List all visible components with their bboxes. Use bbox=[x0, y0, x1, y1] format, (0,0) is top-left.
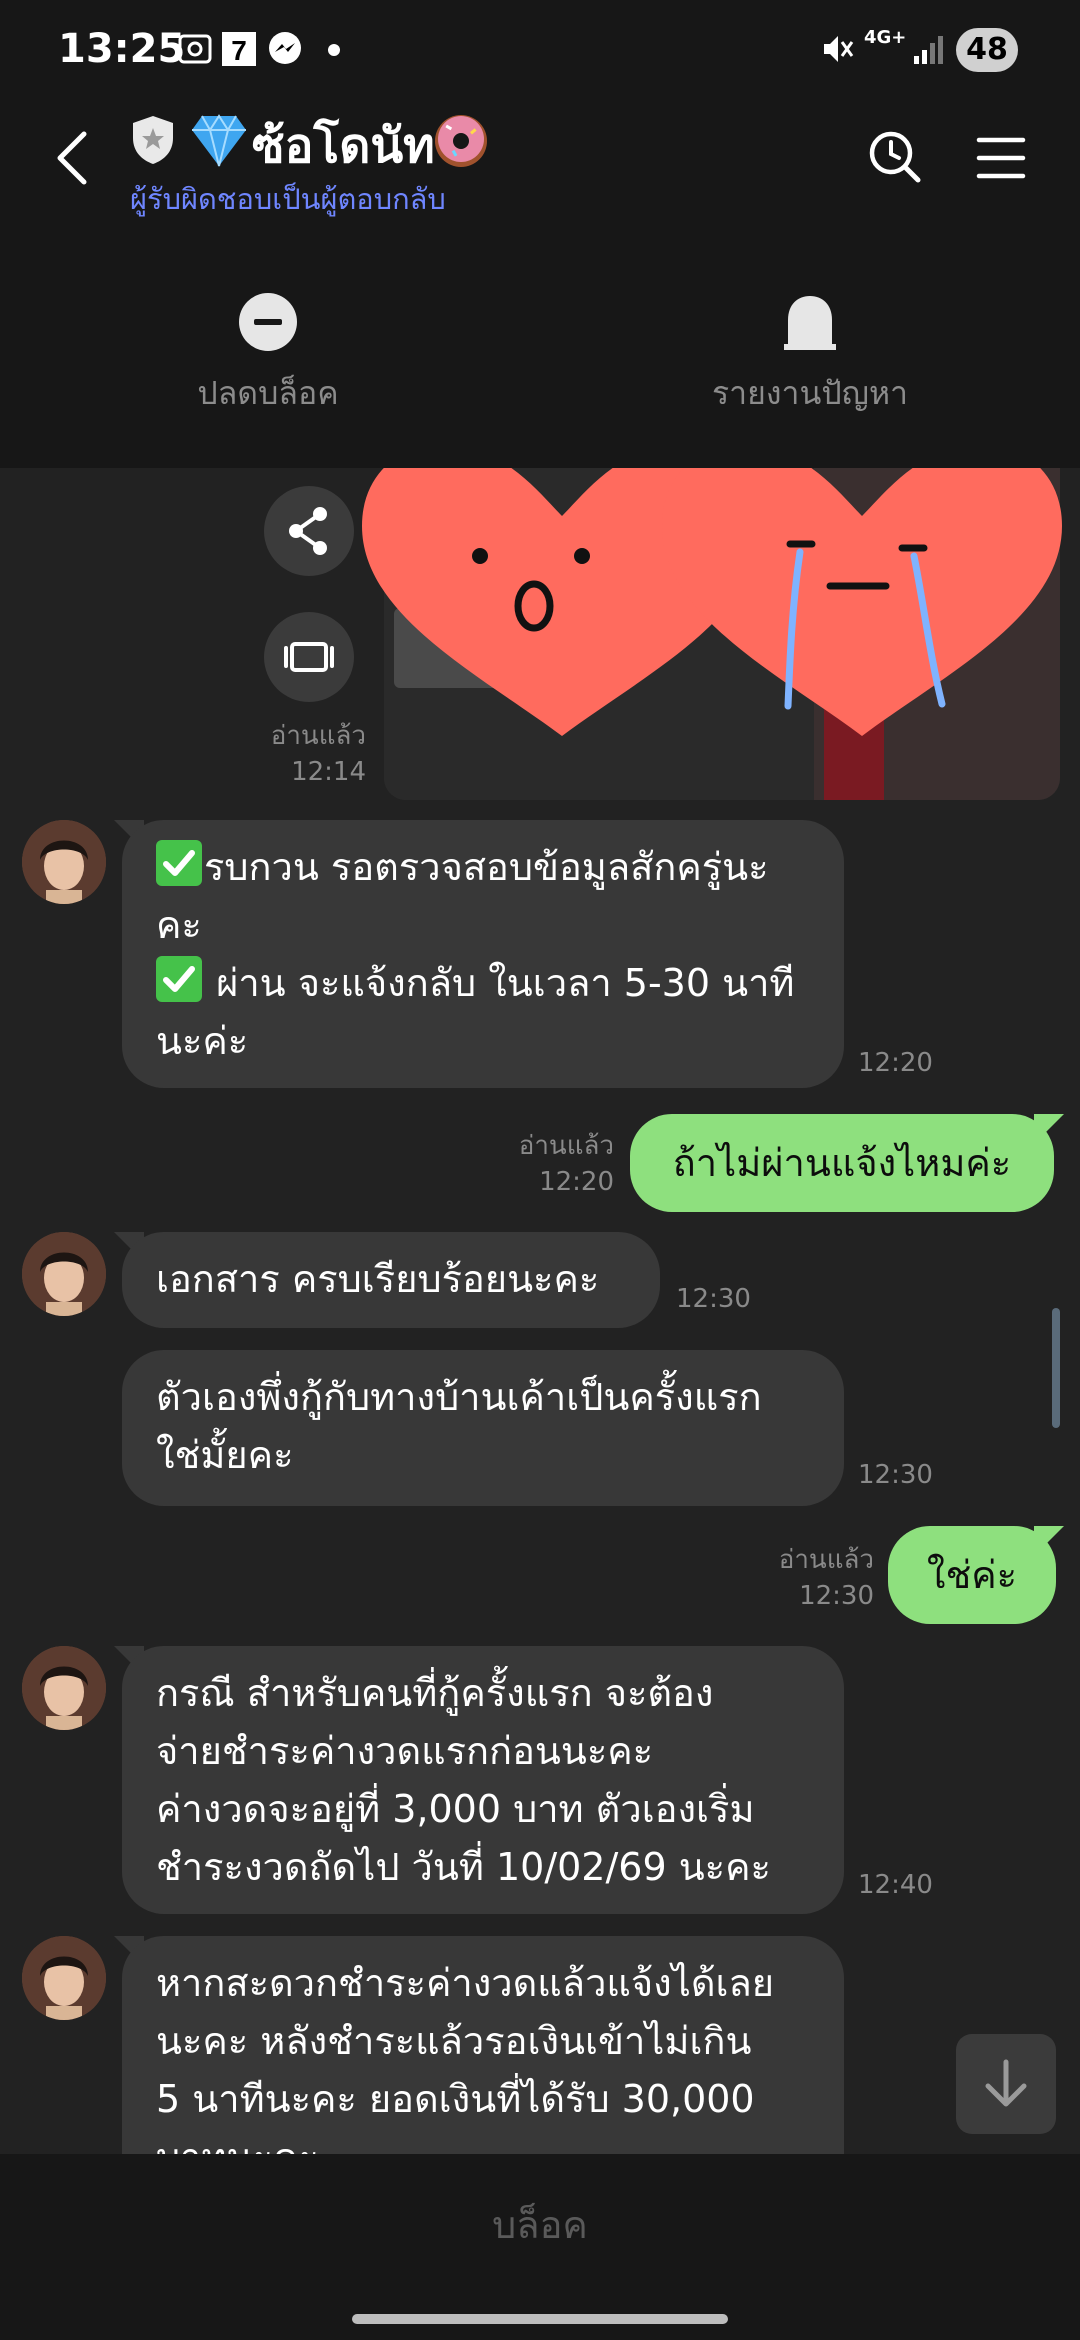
action-bar: ปลดบล็อค รายงานปัญหา bbox=[0, 220, 1080, 468]
message-time: 12:30 bbox=[799, 1581, 874, 1611]
message-line: กรณี สำหรับคนที่กู้ครั้งแรก จะต้อง bbox=[156, 1671, 714, 1715]
donut-icon bbox=[435, 115, 487, 167]
message-line: นะคะ หลังชำระแล้วรอเงินเข้าไม่เกิน bbox=[156, 2019, 752, 2063]
mute-icon bbox=[824, 36, 854, 62]
report-icon bbox=[784, 296, 836, 350]
chat-header: ซ้อโดนัท ผู้รับผิดชอบเป็นผู้ตอบกลับ bbox=[0, 100, 1080, 220]
back-icon[interactable] bbox=[52, 128, 92, 188]
message-time: 12:40 bbox=[858, 1870, 933, 1900]
unblock-button[interactable]: ปลดบล็อค bbox=[128, 290, 408, 419]
message-line: นะค่ะ bbox=[156, 1019, 249, 1063]
message-time: 12:14 bbox=[291, 757, 366, 787]
message-bubble[interactable]: เอกสาร ครบเรียบร้อยนะคะ bbox=[122, 1232, 660, 1328]
unblock-icon bbox=[239, 293, 297, 351]
message-bubble[interactable]: กรณี สำหรับคนที่กู้ครั้งแรก จะต้อง จ่ายช… bbox=[122, 1646, 844, 1914]
avatar-image bbox=[22, 1936, 106, 2020]
avatar-image bbox=[22, 1232, 106, 1316]
message-bubble[interactable]: ถ้าไม่ผ่านแจ้งไหมค่ะ bbox=[630, 1114, 1054, 1212]
read-status: อ่านแล้ว bbox=[518, 1131, 614, 1161]
battery-level: 48 bbox=[956, 28, 1018, 72]
avatar-image bbox=[22, 1646, 106, 1730]
message-line: ใช่มั้ยคะ bbox=[156, 1433, 294, 1477]
message-meta: อ่านแล้ว 12:30 bbox=[736, 1542, 874, 1614]
message-bubble[interactable]: รบกวน รอตรวจสอบข้อมูลสักครู่นะ คะ ผ่าน จ… bbox=[122, 820, 844, 1088]
avatar[interactable] bbox=[22, 820, 106, 904]
notification-dot bbox=[328, 44, 340, 56]
message-time: 12:30 bbox=[858, 1460, 933, 1490]
avatar[interactable] bbox=[22, 1232, 106, 1316]
message-bubble[interactable]: ตัวเองพึ่งกู้กับทางบ้านเค้าเป็นครั้งแรก … bbox=[122, 1350, 844, 1506]
menu-icon[interactable] bbox=[976, 136, 1026, 180]
message-line: บาทนะคะ bbox=[156, 2128, 810, 2154]
arrow-down-icon bbox=[985, 2059, 1027, 2107]
message-line: ค่างวดจะอยู่ที่ 3,000 บาท ตัวเองเริ่ม bbox=[156, 1787, 755, 1831]
photo-meta: อ่านแล้ว 12:14 bbox=[230, 718, 366, 790]
message-line: เอกสาร ครบเรียบร้อยนะคะ bbox=[156, 1257, 600, 1301]
bubble-tail bbox=[1034, 1526, 1064, 1556]
message-line: จ่ายชำระค่างวดแรกก่อนนะคะ bbox=[156, 1729, 654, 1773]
keep-icon bbox=[284, 642, 334, 672]
history-search-icon[interactable] bbox=[866, 128, 924, 186]
message-line: ตัวเองพึ่งกู้กับทางบ้านเค้าเป็นครั้งแรก bbox=[156, 1375, 762, 1419]
svg-text:7: 7 bbox=[231, 35, 247, 66]
block-notice: บล็อค bbox=[492, 2203, 588, 2247]
message-line: 5 นาทีนะคะ ยอดเงินที่ได้รับ 30,000 bbox=[156, 2077, 755, 2121]
status-time: 13:25 bbox=[58, 26, 186, 72]
share-icon bbox=[289, 507, 327, 555]
keep-button[interactable] bbox=[264, 612, 354, 702]
message-line: รบกวน รอตรวจสอบข้อมูลสักครู่นะ bbox=[156, 838, 810, 896]
shield-icon bbox=[133, 116, 173, 164]
network-type: 4G+ bbox=[864, 27, 907, 48]
message-line: ชำระงวดถัดไป วันที่ 10/02/69 นะคะ bbox=[156, 1845, 771, 1889]
status-bar: 13:25 7 4G+ 48 bbox=[0, 0, 1080, 100]
message-time: 12:30 bbox=[676, 1284, 751, 1314]
read-status: อ่านแล้ว bbox=[778, 1545, 874, 1575]
report-label: รายงานปัญหา bbox=[711, 374, 908, 412]
message-line: ผ่าน จะแจ้งกลับ ในเวลา 5-30 นาที bbox=[156, 954, 810, 1012]
bottom-bar: บล็อค bbox=[0, 2154, 1080, 2340]
scrollbar[interactable] bbox=[1052, 1308, 1060, 1428]
avatar[interactable] bbox=[22, 1646, 106, 1730]
message-time: 12:20 bbox=[539, 1167, 614, 1197]
check-mark-icon bbox=[156, 956, 202, 1002]
unblock-label: ปลดบล็อค bbox=[197, 374, 339, 412]
signal-icon bbox=[914, 36, 943, 64]
report-button[interactable]: รายงานปัญหา bbox=[670, 290, 950, 419]
scroll-to-bottom-button[interactable] bbox=[956, 2034, 1056, 2134]
message-bubble[interactable]: หากสะดวกชำระค่างวดแล้วแจ้งได้เลย นะคะ หล… bbox=[122, 1936, 844, 2154]
share-button[interactable] bbox=[264, 486, 354, 576]
chat-area[interactable]: อ่านแล้ว 12:14 รบกวน รอตรวจสอบข้อมูลสักค… bbox=[0, 468, 1080, 2154]
screenshot-icon bbox=[178, 34, 212, 64]
message-time: 12:20 bbox=[858, 1048, 933, 1078]
chat-subtitle: ผู้รับผิดชอบเป็นผู้ตอบกลับ bbox=[130, 182, 446, 216]
home-indicator[interactable] bbox=[352, 2314, 728, 2324]
read-status: อ่านแล้ว bbox=[270, 721, 366, 751]
message-bubble[interactable]: ใช่ค่ะ bbox=[888, 1526, 1056, 1624]
avatar-image bbox=[22, 820, 106, 904]
chat-title: ซ้อโดนัท bbox=[252, 118, 435, 174]
avatar[interactable] bbox=[22, 1936, 106, 2020]
message-meta: อ่านแล้ว 12:20 bbox=[480, 1128, 614, 1200]
seven-eleven-icon: 7 bbox=[222, 32, 256, 66]
message-line: คะ bbox=[156, 903, 202, 947]
hearts-sticker bbox=[362, 468, 1062, 736]
gem-icon bbox=[192, 114, 246, 167]
messenger-icon bbox=[269, 32, 301, 64]
message-line: หากสะดวกชำระค่างวดแล้วแจ้งได้เลย bbox=[156, 1961, 775, 2005]
check-mark-icon bbox=[156, 840, 202, 886]
bubble-tail bbox=[1034, 1114, 1064, 1144]
